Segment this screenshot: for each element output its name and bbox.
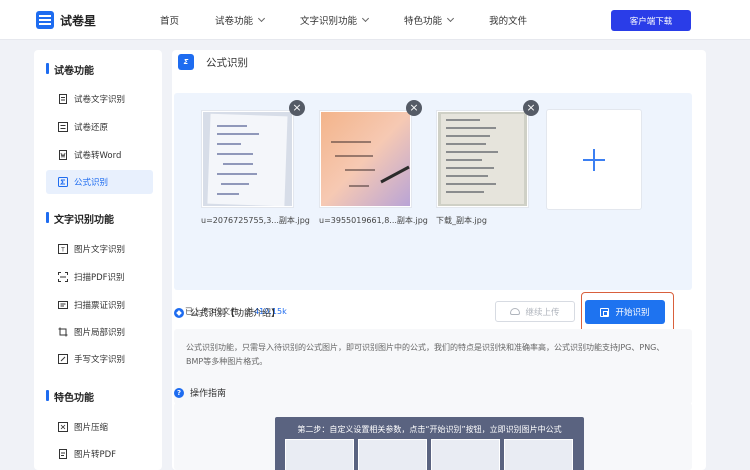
guide-screenshot bbox=[358, 439, 427, 470]
file-name-1: u=2076725755,3...副本.jpg bbox=[201, 216, 310, 225]
main-content: Σ 公式识别 × u=2076725755,3...副本.jpg × u=395… bbox=[172, 50, 706, 470]
file-name-3: 下载_副本.jpg bbox=[436, 216, 487, 225]
restore-icon bbox=[58, 122, 68, 132]
sidebar-item-image-compress[interactable]: 图片压缩 bbox=[46, 415, 153, 439]
uploaded-image-2 bbox=[321, 112, 410, 206]
guide-screenshot bbox=[285, 439, 354, 470]
guide-panel: 第二步：自定义设置相关参数，点击“开始识别”按钮，立即识别图片中公式 bbox=[174, 403, 692, 470]
sidebar-section-exam: 试卷功能 bbox=[46, 62, 94, 77]
nav-ocr-features[interactable]: 文字识别功能 bbox=[300, 13, 370, 27]
logo-icon bbox=[36, 11, 54, 29]
upload-panel: × u=2076725755,3...副本.jpg × u=3955019661… bbox=[174, 93, 692, 333]
file-thumbnail-1[interactable] bbox=[201, 110, 294, 208]
cloud-upload-icon bbox=[510, 308, 521, 315]
sidebar-item-image-to-pdf[interactable]: 图片转PDF bbox=[46, 442, 153, 466]
top-header: 试卷星 首页 试卷功能 文字识别功能 特色功能 我的文件 客户端下载 bbox=[0, 0, 750, 40]
chevron-down-icon bbox=[362, 14, 370, 23]
formula-badge-icon: Σ bbox=[178, 54, 194, 70]
ticket-icon bbox=[58, 301, 68, 309]
plus-icon bbox=[583, 149, 605, 171]
formula-icon bbox=[58, 177, 68, 187]
remove-file-3-button[interactable]: × bbox=[523, 100, 539, 116]
sidebar-section-special: 特色功能 bbox=[46, 389, 94, 404]
continue-upload-button[interactable]: 继续上传 bbox=[495, 301, 575, 322]
svg-text:T: T bbox=[60, 247, 65, 254]
help-icon: ? bbox=[174, 387, 184, 398]
crop-icon bbox=[58, 327, 68, 337]
logo[interactable]: 试卷星 bbox=[36, 11, 96, 29]
scan-icon bbox=[58, 272, 68, 282]
sidebar-section-ocr: 文字识别功能 bbox=[46, 211, 114, 226]
chevron-down-icon bbox=[257, 14, 266, 23]
nav-special-features[interactable]: 特色功能 bbox=[404, 13, 455, 27]
main-nav: 首页 试卷功能 文字识别功能 特色功能 我的文件 bbox=[160, 0, 563, 40]
remove-file-2-button[interactable]: × bbox=[406, 100, 422, 116]
file-thumbnail-2[interactable] bbox=[319, 110, 412, 208]
scan-icon bbox=[600, 307, 610, 317]
sidebar-item-formula-ocr[interactable]: 公式识别 bbox=[46, 170, 153, 194]
pdf-icon bbox=[59, 449, 67, 459]
document-icon bbox=[59, 94, 67, 104]
nav-home[interactable]: 首页 bbox=[160, 13, 179, 27]
client-download-button[interactable]: 客户端下载 bbox=[611, 10, 691, 31]
file-thumbnail-3[interactable] bbox=[436, 110, 529, 208]
pen-icon bbox=[58, 354, 68, 364]
feature-intro-heading: 公式识别【功能介绍】 bbox=[174, 306, 280, 319]
page-title: 公式识别 bbox=[206, 56, 248, 69]
sidebar-item-handwriting-ocr[interactable]: 手写文字识别 bbox=[46, 347, 153, 371]
compress-icon bbox=[58, 422, 68, 432]
nav-my-files[interactable]: 我的文件 bbox=[489, 13, 527, 27]
guide-image: 第二步：自定义设置相关参数，点击“开始识别”按钮，立即识别图片中公式 bbox=[275, 417, 584, 470]
sidebar-item-image-ocr[interactable]: T 图片文字识别 bbox=[46, 237, 153, 261]
guide-caption: 第二步：自定义设置相关参数，点击“开始识别”按钮，立即识别图片中公式 bbox=[297, 425, 562, 434]
uploaded-image-3 bbox=[438, 112, 527, 206]
file-name-2: u=3955019661,8...副本.jpg bbox=[319, 216, 428, 225]
remove-file-1-button[interactable]: × bbox=[289, 100, 305, 116]
word-file-icon bbox=[59, 150, 67, 160]
sidebar-item-scan-ticket[interactable]: 扫描票证识别 bbox=[46, 293, 153, 317]
guide-screenshot bbox=[504, 439, 573, 470]
sidebar-item-scan-pdf[interactable]: 扫描PDF识别 bbox=[46, 265, 153, 289]
info-icon bbox=[174, 307, 184, 318]
guide-screenshot bbox=[431, 439, 500, 470]
start-recognition-button[interactable]: 开始识别 bbox=[585, 300, 665, 324]
sidebar-item-exam-ocr[interactable]: 试卷文字识别 bbox=[46, 87, 153, 111]
sidebar-item-exam-to-word[interactable]: 试卷转Word bbox=[46, 143, 153, 167]
feature-intro-text: 公式识别功能，只需导入待识别的公式图片，即可识别图片中的公式，我们的特点是识别快… bbox=[174, 329, 692, 404]
chevron-down-icon bbox=[447, 14, 455, 23]
guide-heading: ? 操作指南 bbox=[174, 386, 226, 399]
sidebar-item-exam-restore[interactable]: 试卷还原 bbox=[46, 115, 153, 139]
image-text-icon: T bbox=[58, 244, 68, 254]
uploaded-image-1 bbox=[203, 112, 292, 206]
sidebar: 试卷功能 试卷文字识别 试卷还原 试卷转Word 公式识别 文字识别功能 T 图… bbox=[34, 50, 162, 470]
logo-text: 试卷星 bbox=[60, 13, 97, 28]
sidebar-item-partial-ocr[interactable]: 图片局部识别 bbox=[46, 320, 153, 344]
nav-exam-features[interactable]: 试卷功能 bbox=[215, 13, 266, 27]
page-title-row: Σ 公式识别 bbox=[178, 54, 248, 70]
add-file-box[interactable] bbox=[546, 109, 642, 210]
